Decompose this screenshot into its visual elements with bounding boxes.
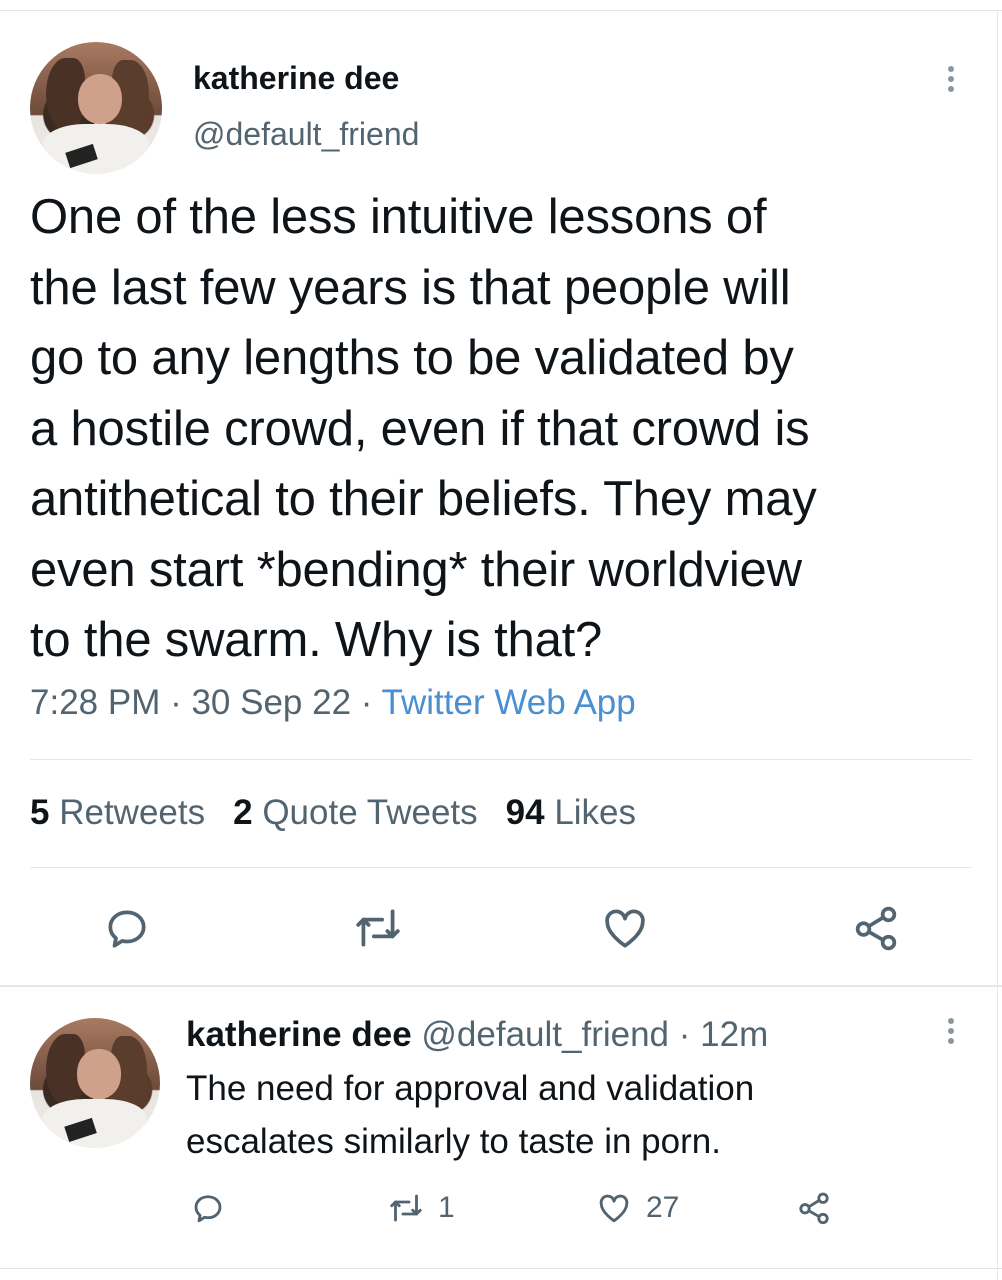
quotes-stat[interactable]: 2 Quote Tweets	[233, 793, 478, 832]
quotes-count: 2	[233, 793, 253, 832]
like-button[interactable]: 27	[596, 1188, 679, 1228]
reply-avatar[interactable]	[30, 1018, 160, 1148]
tweet-source[interactable]: Twitter Web App	[382, 683, 636, 722]
retweet-icon	[390, 1194, 422, 1222]
like-icon[interactable]	[600, 903, 650, 953]
reply-icon[interactable]	[102, 903, 152, 953]
tweet-time[interactable]: 7:28 PM	[30, 683, 160, 722]
reply-text: The need for approval and validation esc…	[186, 1069, 755, 1161]
share-button[interactable]	[796, 1188, 846, 1228]
frame-top-border	[0, 10, 1002, 11]
divider	[30, 759, 972, 760]
quotes-label: Quote Tweets	[262, 793, 478, 832]
share-icon[interactable]	[851, 903, 901, 953]
divider	[30, 867, 972, 868]
more-icon[interactable]	[946, 66, 956, 96]
like-count: 27	[646, 1191, 680, 1224]
likes-label: Likes	[554, 793, 637, 832]
more-icon[interactable]	[946, 1018, 956, 1048]
reply-header: katherine dee @default_friend · 12m	[186, 1015, 768, 1055]
reply-author-handle[interactable]: @default_friend	[421, 1015, 669, 1054]
reply-age[interactable]: 12m	[700, 1015, 768, 1054]
share-icon	[799, 1192, 829, 1225]
tweet-stats: 5 Retweets 2 Quote Tweets 94 Likes	[30, 793, 636, 833]
frame-bottom-border	[0, 1268, 1002, 1269]
meta-separator: ·	[351, 683, 382, 722]
like-icon	[599, 1194, 629, 1223]
meta-separator: ·	[160, 683, 192, 722]
retweet-icon[interactable]	[353, 903, 403, 953]
tweet-text: One of the less intuitive lessons of the…	[30, 190, 817, 667]
retweets-label: Retweets	[59, 793, 206, 832]
reply-author-name[interactable]: katherine dee	[186, 1015, 412, 1054]
author-name[interactable]: katherine dee	[193, 60, 399, 97]
retweets-count: 5	[30, 793, 50, 832]
frame-right-border	[997, 10, 998, 1280]
reply-button[interactable]	[190, 1188, 240, 1228]
tweet-separator	[0, 985, 1002, 987]
tweet-date[interactable]: 30 Sep 22	[191, 683, 351, 722]
avatar[interactable]	[30, 42, 162, 174]
retweet-button[interactable]: 1	[388, 1188, 455, 1228]
tweet-meta: 7:28 PM · 30 Sep 22 · Twitter Web App	[30, 683, 636, 723]
likes-stat[interactable]: 94 Likes	[506, 793, 636, 832]
likes-count: 94	[505, 793, 545, 832]
retweets-stat[interactable]: 5 Retweets	[30, 793, 205, 832]
reply-icon	[194, 1195, 222, 1223]
retweet-count: 1	[438, 1191, 455, 1224]
reply-separator: ·	[669, 1015, 701, 1054]
author-handle[interactable]: @default_friend	[193, 116, 419, 153]
